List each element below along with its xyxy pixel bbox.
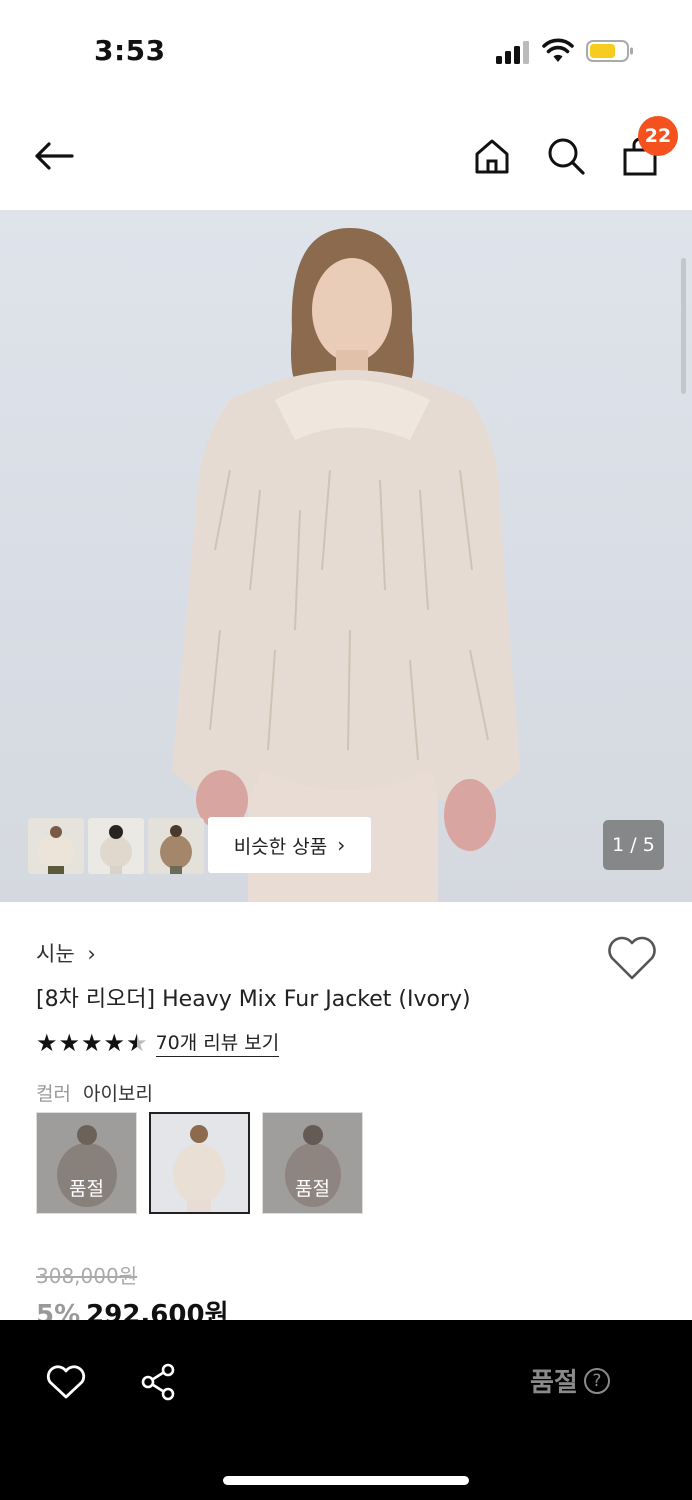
image-page-counter: 1 / 5 bbox=[603, 820, 664, 870]
related-thumbnails bbox=[28, 818, 204, 874]
thumbnail-3[interactable] bbox=[148, 818, 204, 874]
thumbnail-1[interactable] bbox=[28, 818, 84, 874]
soldout-button[interactable]: 품절 ? bbox=[530, 1362, 610, 1399]
share-icon bbox=[141, 1363, 175, 1401]
top-nav bbox=[0, 110, 692, 206]
star-icon: ★ bbox=[103, 1028, 126, 1057]
half-star-icon: ★ bbox=[126, 1028, 148, 1057]
product-image-carousel[interactable]: 비슷한 상품 › 1 / 5 bbox=[0, 210, 692, 902]
wishlist-button[interactable] bbox=[606, 934, 658, 982]
search-button[interactable] bbox=[542, 132, 590, 180]
home-button[interactable] bbox=[468, 132, 516, 180]
star-icon: ★ bbox=[36, 1028, 58, 1057]
heart-icon bbox=[608, 936, 656, 980]
search-icon bbox=[548, 138, 585, 175]
image-scroll-indicator bbox=[681, 258, 686, 394]
soldout-cta-label: 품절 bbox=[530, 1368, 578, 1398]
battery-icon bbox=[586, 40, 633, 62]
original-price: 308,000원 bbox=[36, 1264, 138, 1288]
product-photo bbox=[172, 228, 520, 902]
thumbnail-photo bbox=[88, 818, 144, 874]
color-swatch-selected[interactable] bbox=[149, 1112, 250, 1214]
status-time: 3:53 bbox=[94, 34, 166, 67]
home-icon bbox=[475, 139, 509, 174]
back-button[interactable] bbox=[30, 132, 78, 180]
heart-icon bbox=[46, 1365, 86, 1399]
rating-row: ★ ★ ★ ★ ★ 70개 리뷰 보기 bbox=[36, 1028, 280, 1057]
product-title: [8차 리오더] Heavy Mix Fur Jacket (Ivory) bbox=[36, 987, 471, 1012]
thumbnail-photo bbox=[148, 818, 204, 874]
wifi-icon bbox=[542, 38, 574, 62]
bottom-action-bar: 품절 ? bbox=[0, 1320, 692, 1500]
star-icon: ★ bbox=[81, 1028, 103, 1057]
reviews-link[interactable]: 70개 리뷰 보기 bbox=[155, 1028, 280, 1057]
chevron-right-icon: › bbox=[87, 942, 96, 966]
swatch-photo bbox=[151, 1114, 248, 1212]
color-row: 컬러 아이보리 bbox=[36, 1079, 153, 1106]
cell-signal-icon bbox=[496, 41, 529, 64]
chevron-right-icon: › bbox=[337, 833, 346, 857]
brand-link[interactable]: 시눈 › bbox=[36, 938, 96, 968]
cart-count-badge: 22 bbox=[638, 116, 678, 156]
color-swatches: 품절 품절 bbox=[36, 1112, 363, 1214]
color-swatch[interactable]: 품절 bbox=[262, 1112, 363, 1214]
share-button[interactable] bbox=[134, 1360, 182, 1404]
thumbnail-photo bbox=[28, 818, 84, 874]
soldout-label: 품절 bbox=[295, 1178, 330, 1200]
star-rating: ★ ★ ★ ★ ★ bbox=[36, 1030, 148, 1056]
arrow-left-icon bbox=[35, 142, 74, 170]
soldout-label: 품절 bbox=[69, 1178, 104, 1200]
status-bar: 3:53 bbox=[0, 0, 692, 100]
home-indicator bbox=[223, 1476, 469, 1485]
bottom-wishlist-button[interactable] bbox=[42, 1360, 90, 1404]
similar-products-button[interactable]: 비슷한 상품 › bbox=[208, 817, 371, 873]
brand-name: 시눈 bbox=[36, 942, 75, 966]
help-icon[interactable]: ? bbox=[583, 1367, 610, 1394]
thumbnail-2[interactable] bbox=[88, 818, 144, 874]
color-label: 컬러 bbox=[36, 1083, 71, 1105]
color-value: 아이보리 bbox=[83, 1083, 153, 1105]
star-icon: ★ bbox=[58, 1028, 81, 1057]
similar-products-label: 비슷한 상품 bbox=[233, 835, 328, 858]
color-swatch[interactable]: 품절 bbox=[36, 1112, 137, 1214]
